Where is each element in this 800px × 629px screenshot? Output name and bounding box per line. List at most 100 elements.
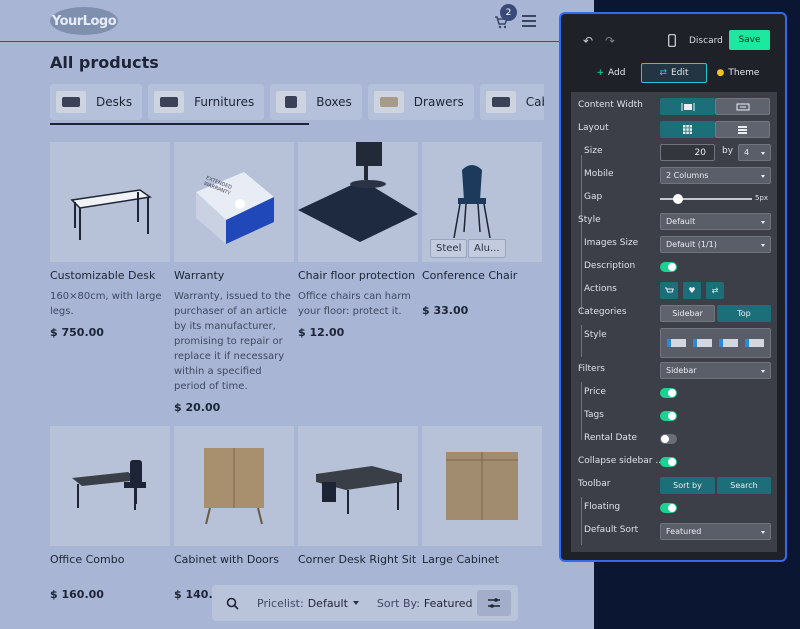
site-logo[interactable]: YourLogo (50, 7, 118, 35)
caret-down-icon (761, 531, 765, 534)
product-image[interactable] (298, 426, 418, 546)
category-boxes[interactable]: Boxes (270, 84, 362, 120)
style-option[interactable] (692, 339, 712, 347)
product-name[interactable]: Corner Desk Right Sit (298, 553, 418, 566)
option-layout: Layout (571, 119, 777, 139)
product-card[interactable]: EXTENDED WARRANTY Warranty Warranty, issu… (174, 142, 294, 414)
discard-button[interactable]: Discard (689, 36, 723, 46)
style-option[interactable] (719, 339, 739, 347)
rental-date-toggle[interactable] (660, 434, 677, 444)
product-image[interactable] (174, 426, 294, 546)
floating-toggle[interactable] (660, 503, 677, 513)
product-name[interactable]: Office Combo (50, 553, 170, 566)
pricelist-dropdown[interactable]: Default (308, 597, 348, 610)
tags-filter-toggle[interactable] (660, 411, 677, 421)
site-header: YourLogo 2 (0, 0, 594, 42)
layout-list-button[interactable] (715, 121, 770, 138)
product-name[interactable]: Customizable Desk (50, 269, 170, 282)
style-select[interactable]: Default (660, 213, 771, 230)
product-card[interactable]: Customizable Desk 160×80cm, with large l… (50, 142, 170, 339)
floor-mat-illustration (298, 142, 418, 242)
product-card[interactable]: Chair floor protection Office chairs can… (298, 142, 418, 339)
images-size-select[interactable]: Default (1/1) (660, 236, 771, 253)
sort-dropdown[interactable]: Featured (424, 597, 473, 610)
save-button[interactable]: Save (729, 30, 770, 50)
product-name[interactable]: Large Cabinet (422, 553, 542, 566)
search-icon[interactable] (226, 597, 239, 610)
content-width-full-button[interactable] (715, 98, 770, 115)
caret-down-icon (352, 601, 359, 605)
layout-grid-button[interactable] (660, 121, 715, 138)
product-card[interactable]: Steel Alu... Conference Chair $ 33.00 (422, 142, 542, 317)
collapse-sidebar-toggle[interactable] (660, 457, 677, 467)
panel-options: Content Width Layout Size 20 by 4 Mobile… (571, 92, 777, 552)
tab-theme[interactable]: ● Theme (707, 63, 769, 83)
product-card[interactable]: Cabinet with Doors $ 140.00 (174, 426, 294, 601)
product-name[interactable]: Conference Chair (422, 269, 542, 282)
width-full-icon (736, 103, 749, 110)
product-description: Warranty, issued to the purchaser of an … (174, 291, 291, 392)
action-wishlist-button[interactable]: ♥ (683, 282, 701, 299)
page-title: All products (50, 53, 159, 72)
size-columns-select[interactable]: 4 (738, 144, 771, 161)
category-cabin[interactable]: Cabin (479, 84, 544, 120)
style-option[interactable] (666, 339, 686, 347)
product-name[interactable]: Warranty (174, 269, 294, 282)
caret-down-icon (761, 175, 765, 178)
description-toggle[interactable] (660, 262, 677, 272)
variant-alu[interactable]: Alu... (468, 239, 506, 258)
mobile-columns-select[interactable]: 2 Columns (660, 167, 771, 184)
category-style-picker[interactable] (660, 328, 771, 358)
action-compare-button[interactable]: ⇄ (706, 282, 724, 299)
category-desks[interactable]: Desks (50, 84, 143, 120)
redo-icon[interactable]: ↷ (605, 34, 615, 48)
product-card[interactable]: Large Cabinet (422, 426, 542, 566)
category-underline (50, 123, 309, 125)
gap-value: 5px (755, 194, 769, 202)
cabinet-illustration (204, 448, 264, 525)
content-width-regular-button[interactable] (660, 98, 715, 115)
category-thumbnail (56, 91, 86, 113)
toolbar-sort-by-button[interactable]: Sort by (660, 477, 715, 494)
hamburger-menu-icon[interactable] (522, 15, 536, 27)
category-drawers[interactable]: Drawers (367, 84, 474, 120)
product-name[interactable]: Chair floor protection (298, 269, 418, 282)
price-filter-toggle[interactable] (660, 388, 677, 398)
action-add-to-cart-button[interactable] (660, 282, 678, 299)
undo-icon[interactable]: ↶ (583, 34, 593, 48)
office-combo-illustration (72, 460, 146, 510)
option-floating: Floating (571, 498, 777, 518)
category-furnitures[interactable]: Furnitures (148, 84, 265, 120)
product-image[interactable]: Steel Alu... (422, 142, 542, 262)
sliders-icon (488, 598, 500, 608)
product-image[interactable]: EXTENDED WARRANTY (174, 142, 294, 262)
product-image[interactable] (422, 426, 542, 546)
product-card[interactable]: Corner Desk Right Sit (298, 426, 418, 566)
option-description: Description (571, 257, 777, 277)
toolbar-search-button[interactable]: Search (717, 477, 771, 494)
option-filters: Filters Sidebar (571, 360, 777, 380)
product-image[interactable] (50, 142, 170, 262)
filters-toggle-button[interactable] (477, 590, 511, 616)
filters-select[interactable]: Sidebar (660, 362, 771, 379)
product-image[interactable] (50, 426, 170, 546)
tab-add[interactable]: + Add (581, 63, 641, 83)
variant-steel[interactable]: Steel (430, 239, 468, 258)
style-option[interactable] (745, 339, 765, 347)
desk-illustration (70, 189, 152, 240)
option-rental-date: Rental Date (571, 429, 777, 449)
product-description: 160×80cm, with large legs. (50, 291, 162, 317)
categories-sidebar-button[interactable]: Sidebar (660, 305, 715, 322)
product-image[interactable] (298, 142, 418, 262)
caret-down-icon (761, 221, 765, 224)
default-sort-select[interactable]: Featured (660, 523, 771, 540)
gap-slider-handle[interactable] (673, 194, 683, 204)
website-preview: YourLogo 2 All products Desks Furnitures… (0, 0, 594, 629)
product-name[interactable]: Cabinet with Doors (174, 553, 294, 566)
tab-edit[interactable]: ⇄ Edit (641, 63, 707, 83)
product-card[interactable]: Office Combo $ 160.00 (50, 426, 170, 601)
option-default-sort: Default Sort Featured (571, 521, 777, 541)
size-input[interactable]: 20 (660, 144, 715, 161)
mobile-preview-icon[interactable] (668, 34, 676, 47)
categories-top-button[interactable]: Top (717, 305, 771, 322)
